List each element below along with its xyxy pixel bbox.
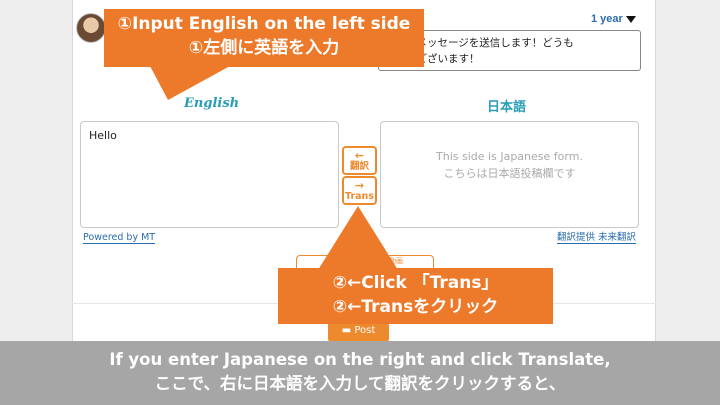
callout-2-pointer: [318, 206, 398, 270]
callout-input-english: ①Input English on the left side ①左側に英語を入…: [104, 9, 424, 67]
caption-bar: If you enter Japanese on the right and c…: [0, 341, 720, 405]
callout-click-trans: ②←Click 「Trans」 ②←Transをクリック: [278, 268, 553, 324]
callout-2-line-1: ②←Click 「Trans」: [332, 273, 499, 293]
callout-1-pointer: [150, 66, 230, 100]
caption-line-1: If you enter Japanese on the right and c…: [109, 350, 611, 369]
callout-2-line-2: ②←Transをクリック: [332, 297, 499, 317]
callout-1-line-1: ①Input English on the left side: [117, 14, 411, 34]
callout-1-line-2: ①左側に英語を入力: [188, 38, 340, 58]
caption-line-2: ここで、右に日本語を入力して翻訳をクリックすると、: [154, 374, 566, 393]
